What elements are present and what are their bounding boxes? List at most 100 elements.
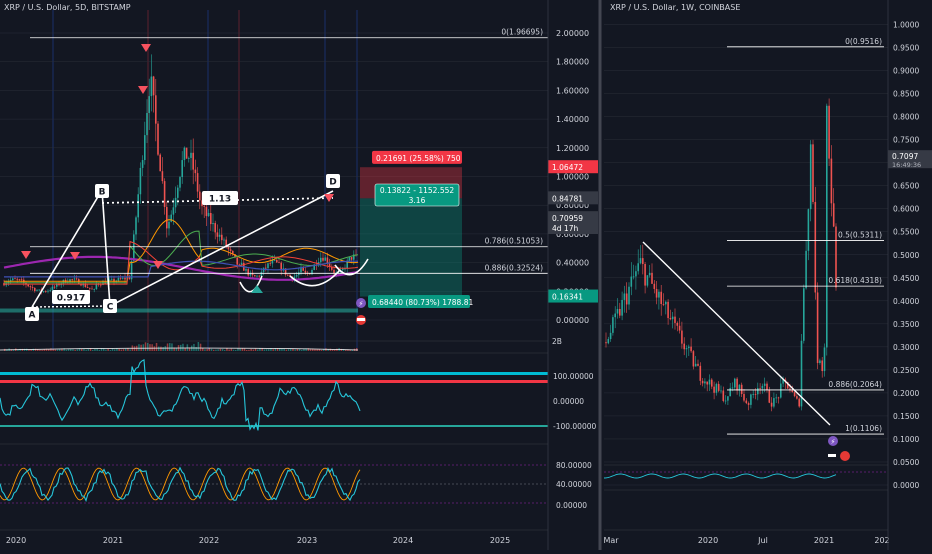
candle-body (798, 398, 800, 407)
news-event-icon (357, 318, 365, 321)
candle-body (761, 385, 764, 389)
candle-body (155, 95, 157, 124)
candle-body (766, 383, 768, 390)
osc-upper-band (0, 372, 548, 375)
chart-canvas[interactable]: 2.00000 1.80000 1.60000 1.40000 1.20000 1.000… (0, 0, 932, 550)
volume-bar (237, 348, 239, 351)
fib-level-label: 0.786(0.51053) (485, 237, 543, 246)
candle-body (642, 258, 644, 264)
candle-body (135, 217, 137, 235)
volume-bar (158, 346, 160, 351)
candle-body (814, 201, 817, 293)
candle-body (780, 383, 782, 398)
osc2-tick-label: 80.00000 (556, 461, 592, 470)
volume-bar (142, 344, 145, 351)
candle-body (333, 269, 335, 274)
volume-bar (92, 349, 94, 351)
candle-body (91, 288, 93, 290)
volume-bar (54, 349, 57, 351)
osc-oversold-band (0, 425, 548, 427)
volume-bar (193, 343, 195, 351)
osc2-tick-label: 40.00000 (556, 480, 592, 489)
candle-body (823, 347, 826, 372)
price-tick-label: 0.8500 (893, 90, 919, 99)
volume-bar (125, 348, 127, 351)
volume-bar (287, 349, 290, 351)
candle-body (254, 275, 256, 277)
price-tick-label: 1.60000 (556, 86, 589, 95)
volume-bar (155, 342, 158, 351)
sell-signal-marker (138, 86, 148, 94)
candle-body (73, 278, 76, 280)
candle-body (212, 223, 214, 225)
candle-body (683, 343, 685, 350)
volume-bar (232, 349, 235, 351)
volume-bar (94, 348, 96, 351)
candle-body (729, 387, 731, 397)
candle-body (644, 263, 646, 286)
right-chart-title: XRP / U.S. Dollar, 1W, COINBASE (610, 3, 741, 12)
volume-bar (153, 346, 156, 351)
candle-body (681, 330, 683, 344)
volume-bar (334, 349, 336, 351)
volume-bar (320, 349, 323, 351)
candle-body (324, 257, 326, 261)
candle-body (139, 167, 142, 195)
volume-bar (272, 349, 274, 351)
candle-body (685, 348, 688, 350)
volume-bar (263, 349, 266, 351)
volume-bar (197, 342, 200, 351)
candle-body (793, 392, 796, 397)
price-tick-label: 0.00000 (556, 316, 589, 325)
ma-green (4, 230, 359, 284)
volume-bar (39, 349, 41, 351)
fib-level-label: 0.5(0.5311) (838, 230, 882, 239)
candle-body (216, 232, 219, 237)
candle-body (168, 221, 170, 229)
candle-body (49, 290, 51, 292)
time-tick-label: 202 (874, 536, 889, 545)
candle-body (828, 105, 830, 159)
fib-level-label: 1(0.1106) (845, 424, 882, 433)
volume-bar (235, 349, 237, 351)
candle-body (688, 346, 690, 349)
price-badge-label: 1.06472 (552, 163, 583, 172)
candle-body (190, 152, 192, 158)
candle-body (229, 249, 232, 251)
candle-body (713, 386, 715, 393)
candle-body (295, 275, 298, 277)
candle-body (619, 309, 621, 316)
volume-bar (107, 348, 109, 351)
volume-bar (65, 349, 68, 351)
target-label: 0.21691 (25.58%) 750 (376, 154, 461, 163)
candle-body (667, 301, 669, 319)
price-tick-label: 0.2000 (893, 389, 919, 398)
candle-body (616, 309, 619, 314)
price-tick-label: 1.20000 (556, 144, 589, 153)
volume-bar (296, 348, 299, 351)
volume-bar (265, 349, 268, 351)
volume-bar (120, 349, 123, 351)
abcd-pattern-line (31, 187, 334, 308)
candle-body (27, 284, 29, 287)
candle-body (89, 287, 91, 289)
price-tick-label: 0.8000 (893, 113, 919, 122)
sell-signal-marker (21, 251, 31, 259)
profit-label: 3.16 (409, 196, 426, 205)
candle-body (803, 288, 805, 341)
candle-body (791, 390, 794, 393)
time-tick-label: 2020 (698, 536, 718, 545)
candle-body (724, 400, 727, 402)
candle-body (146, 112, 148, 136)
volume-bar (122, 349, 125, 351)
candle-body (826, 105, 828, 348)
candle-body (809, 144, 812, 210)
candle-body (20, 279, 23, 281)
price-tick-label: 0.9500 (893, 44, 919, 53)
candle-body (179, 177, 181, 188)
candle-body (183, 147, 186, 161)
price-tick-label: 0.5500 (893, 228, 919, 237)
volume-bar (56, 349, 59, 351)
time-tick-label: 2023 (297, 536, 317, 545)
volume-bar (257, 349, 259, 351)
